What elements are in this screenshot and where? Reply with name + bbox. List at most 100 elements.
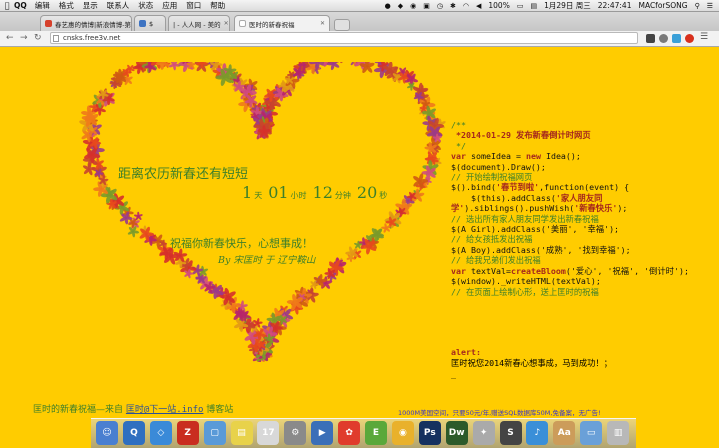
menu-apps[interactable]: 应用 (162, 0, 177, 11)
battery-percent[interactable]: 100% (488, 1, 509, 10)
stickies-icon[interactable]: ▤ (231, 421, 253, 445)
notification-center-icon[interactable]: ☰ (707, 2, 713, 10)
code-function: createBloom (511, 266, 566, 276)
tab-close-icon[interactable]: ✕ (317, 20, 325, 27)
tab-strip: 春艺惠的情博|新浪情博-第什 ✕ $ | - 人人网 - 美的 ✕ 医时的新春祝… (0, 12, 719, 31)
forward-arrow-icon[interactable]: → (20, 33, 28, 44)
code-text: $().bind( (451, 182, 496, 192)
back-arrow-icon[interactable]: ← (6, 33, 14, 44)
spotlight-icon[interactable]: ⚲ (695, 2, 700, 10)
dropbox-icon[interactable]: ◇ (150, 421, 172, 445)
code-text: ); (617, 203, 627, 213)
footer-suffix: 博客站 (206, 405, 233, 415)
photoshop-icon[interactable]: Ps (419, 421, 441, 445)
code-line: var someIdea = new Idea(); (451, 151, 716, 161)
evernote-icon[interactable]: E (365, 421, 387, 445)
countdown-seconds: 20 (357, 183, 377, 202)
menu-status[interactable]: 状态 (138, 0, 153, 11)
extension-icon-2[interactable] (659, 34, 668, 43)
flag-icon[interactable]: ▤ (530, 2, 537, 10)
sina-favicon-icon (45, 20, 52, 27)
keynote-icon[interactable]: ▶ (311, 421, 333, 445)
battery-icon[interactable]: ▭ (517, 2, 524, 10)
dreamweaver-icon[interactable]: Dw (446, 421, 468, 445)
code-comment: // 选出所有家人朋友同学发出新春祝福 (451, 214, 716, 224)
code-line: $().bind('春节到啦',function(event) { (451, 182, 716, 192)
countdown-heading: 距离农历新春还有短短 (118, 163, 248, 182)
address-bar[interactable]: cnsks.free3v.net (50, 32, 638, 44)
footer-blog-link[interactable]: 匡时@下一站.info (126, 405, 204, 415)
chrome-menu-icon[interactable]: ☰ (700, 32, 709, 41)
page-favicon-icon (239, 20, 246, 27)
sublime-icon[interactable]: S (500, 421, 522, 445)
code-line: $(window)._writeHTML(textVal); (451, 276, 716, 286)
time-machine-icon[interactable]: ◷ (437, 2, 443, 10)
menubar-user[interactable]: MACforSONG (638, 1, 687, 10)
code-text: someIdea = (466, 151, 526, 161)
code-keyword: var (451, 151, 466, 161)
tab-sina-blog[interactable]: 春艺惠的情博|新浪情博-第什 ✕ (40, 15, 132, 31)
menu-app-name[interactable]: QQ (14, 1, 27, 10)
alert-message: 匡时祝您2014新春心想事成，马到成功！； (451, 358, 612, 369)
dictionary-icon[interactable]: Aa (553, 421, 575, 445)
volume-icon[interactable]: ◀ (476, 2, 481, 10)
quicktime-icon[interactable]: Q (123, 421, 145, 445)
system-preferences-icon[interactable]: ⚙ (284, 421, 306, 445)
code-keyword: var (451, 266, 466, 276)
alert-label: alert: (451, 347, 612, 358)
code-comment-title: *2014-01-29 发布新春倒计时网页 (451, 130, 716, 140)
countdown-days: 1 (242, 183, 252, 202)
menubar-clock[interactable]: 22:47:41 (598, 1, 632, 10)
trash-icon[interactable]: ▥ (607, 421, 629, 445)
tray-app-icon[interactable]: ◆ (398, 2, 403, 10)
tab-new-year-blessing[interactable]: 医时的新春祝福 ✕ (234, 15, 330, 31)
menu-contacts[interactable]: 联系人 (107, 0, 130, 11)
countdown-timer: 1天01小时12分钟20秒 (242, 183, 393, 202)
finder-icon[interactable]: ☺ (96, 421, 118, 445)
bluetooth-icon[interactable]: ✱ (450, 2, 456, 10)
tab-dollar[interactable]: $ (134, 15, 166, 31)
extension-icon-3[interactable] (672, 34, 681, 43)
countdown-days-unit: 天 (254, 191, 262, 200)
tab-close-icon[interactable]: ✕ (221, 20, 229, 27)
menu-view[interactable]: 显示 (83, 0, 98, 11)
calendar-icon[interactable]: 17 (257, 421, 279, 445)
preview-icon[interactable]: ▢ (204, 421, 226, 445)
menu-format[interactable]: 格式 (59, 0, 74, 11)
code-text: ,function(event) { (539, 182, 629, 192)
code-string: '新春快乐' (574, 203, 617, 213)
code-text: textVal= (466, 266, 511, 276)
adblock-icon[interactable] (685, 34, 694, 43)
itunes-icon[interactable]: ♪ (526, 421, 548, 445)
extension-icon[interactable] (646, 34, 655, 43)
tray-app-icon-2[interactable]: ◉ (410, 2, 416, 10)
tab-renren[interactable]: | - 人人网 - 美的 ✕ (168, 15, 230, 31)
tab-title: $ (149, 20, 153, 28)
code-line: $(document).Draw(); (451, 162, 716, 172)
tab-title: | - 人人网 - 美的 (173, 19, 221, 29)
qq-tray-icon[interactable]: ● (385, 2, 391, 10)
apple-menu-icon[interactable]:  (0, 1, 14, 10)
menu-window[interactable]: 窗口 (186, 0, 201, 11)
menubar-status-area: ● ◆ ◉ ▣ ◷ ✱ ◠ ◀ 100% ▭ ▤ 1月29日 周三 22:47:… (385, 0, 719, 11)
hosting-ad-link[interactable]: 1000M美国空间，只要50元/年,赠送SQL数据库50M,免备案，无广告! (398, 407, 601, 417)
menubar-date[interactable]: 1月29日 周三 (544, 0, 591, 11)
wifi-icon[interactable]: ◠ (463, 2, 469, 10)
page-icon (53, 35, 59, 42)
filezilla-icon[interactable]: Z (177, 421, 199, 445)
menu-help[interactable]: 帮助 (210, 0, 225, 11)
tray-app-icon-3[interactable]: ▣ (423, 2, 430, 10)
code-block: /** *2014-01-29 发布新春倒计时网页 */ var someIde… (451, 120, 716, 297)
code-comment: */ (451, 141, 716, 151)
alert-block: alert: 匡时祝您2014新春心想事成，马到成功！； _ (451, 347, 612, 380)
menu-edit[interactable]: 编辑 (35, 0, 50, 11)
tab-title: 春艺惠的情博|新浪情博-第什 (55, 19, 132, 29)
code-comment: // 在页面上绘制心形，送上匡时的祝福 (451, 287, 716, 297)
qq-icon[interactable]: ✿ (338, 421, 360, 445)
reload-icon[interactable]: ↻ (34, 33, 42, 44)
launchpad-icon[interactable]: ✦ (473, 421, 495, 445)
folder-icon[interactable]: ▭ (580, 421, 602, 445)
chrome-icon[interactable]: ◉ (392, 421, 414, 445)
text-cursor: _ (451, 369, 612, 380)
new-tab-button[interactable] (334, 19, 350, 31)
